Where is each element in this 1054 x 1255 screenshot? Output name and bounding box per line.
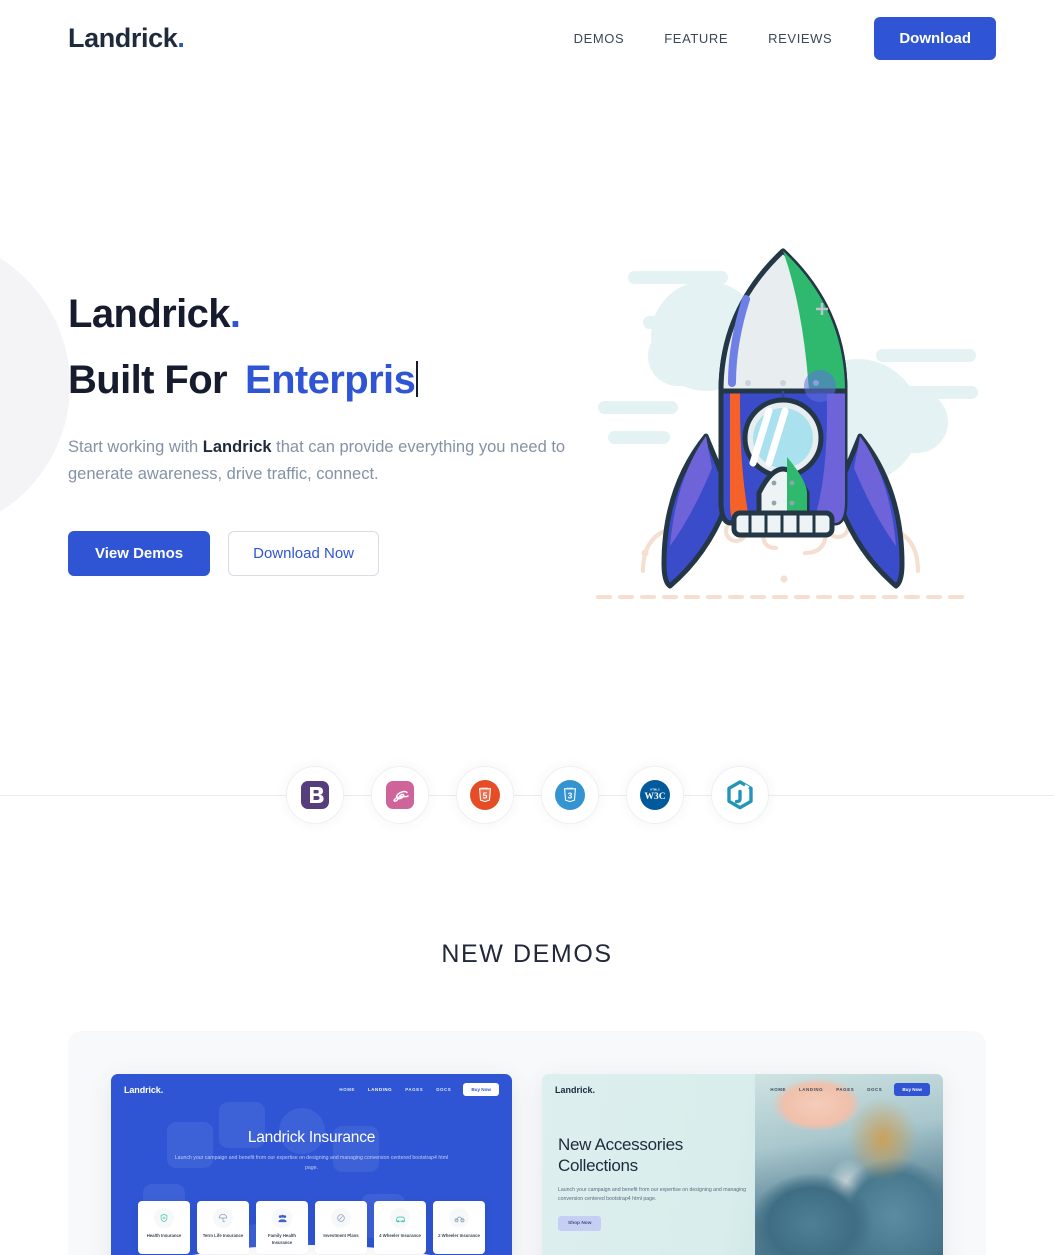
hero-text-block: Landrick. Built For Enterpris Start work… xyxy=(68,221,588,577)
insurance-nav-landing[interactable]: LANDING xyxy=(368,1087,392,1092)
insurance-demo-navlinks: HOME LANDING PAGES DOCS xyxy=(339,1087,451,1092)
brand-name: Landrick xyxy=(68,22,178,53)
hero-buttons: View Demos Download Now xyxy=(68,531,588,577)
accessories-shop-now-button[interactable]: Shop Now xyxy=(558,1216,602,1232)
accessories-nav-home[interactable]: HOME xyxy=(770,1087,786,1092)
accessories-buy-now-button[interactable]: Buy Now xyxy=(894,1083,930,1096)
download-button[interactable]: Download xyxy=(874,16,996,60)
w3c-icon: W3C HTML5 xyxy=(639,780,670,810)
bootstrap-logo[interactable] xyxy=(285,766,344,824)
accessories-demo-navbar: Landrick. HOME LANDING PAGES DOCS Buy No… xyxy=(542,1074,943,1096)
hero-static-text: Built For xyxy=(68,358,228,402)
accessories-nav-docs[interactable]: DOCS xyxy=(867,1087,882,1092)
accessories-nav-pages[interactable]: PAGES xyxy=(836,1087,854,1092)
svg-text:CSS: CSS xyxy=(566,787,572,791)
demo-card-insurance[interactable]: Landrick. HOME LANDING PAGES DOCS Buy No… xyxy=(111,1074,512,1255)
html5-logo[interactable]: 5 HTML xyxy=(455,766,514,824)
insurance-card-termlife[interactable]: Term Life Insurance xyxy=(197,1201,249,1254)
nav-link-reviews[interactable]: REVIEWS xyxy=(748,31,852,46)
sass-icon xyxy=(385,781,414,809)
svg-text:W3C: W3C xyxy=(644,792,665,802)
typing-caret xyxy=(416,361,419,397)
car-icon xyxy=(390,1208,410,1228)
landing-page: Landrick. DEMOS FEATURE REVIEWS Download… xyxy=(0,0,1054,1255)
accessories-paragraph: Launch your campaign and benefit from ou… xyxy=(558,1186,747,1203)
view-demos-button[interactable]: View Demos xyxy=(68,531,211,577)
nav-links: DEMOS FEATURE REVIEWS Download xyxy=(554,16,996,60)
hero-title: Landrick. xyxy=(68,289,588,339)
tech-logos-row: 5 HTML 3 CSS W3C HTML5 xyxy=(0,754,1054,836)
insurance-buy-now-button[interactable]: Buy Now xyxy=(463,1083,499,1096)
insurance-card-health[interactable]: Health Insurance xyxy=(138,1201,190,1254)
insurance-feature-cards: Health Insurance Term Life Insurance Fam… xyxy=(138,1201,485,1254)
hero-paragraph: Start working with Landrick that can pro… xyxy=(68,434,568,488)
brand-dot: . xyxy=(177,22,185,53)
insurance-hero-text: Landrick Insurance Launch your campaign … xyxy=(111,1129,512,1173)
insurance-card-investment[interactable]: Investment Plans xyxy=(315,1201,367,1254)
nav-link-feature[interactable]: FEATURE xyxy=(644,31,748,46)
svg-text:HTML: HTML xyxy=(480,787,489,791)
hero-subtitle: Built For Enterpris xyxy=(68,355,588,405)
insurance-demo-brand: Landrick. xyxy=(124,1084,164,1095)
insurance-heading: Landrick Insurance xyxy=(247,1129,376,1146)
insurance-card-label: 2 Wheeler Insurance xyxy=(438,1233,480,1238)
umbrella-icon xyxy=(213,1208,233,1228)
hero-paragraph-before: Start working with xyxy=(68,438,203,456)
hero-title-dot: . xyxy=(229,292,241,336)
hero-typed-text: Enterpris xyxy=(245,358,416,402)
accessories-hero-text: New Accessories Collections Launch your … xyxy=(542,1096,771,1232)
rocket-illustration xyxy=(596,248,978,599)
css3-logo[interactable]: 3 CSS xyxy=(540,766,599,824)
insurance-card-2wheeler[interactable]: 2 Wheeler Insurance xyxy=(433,1201,485,1254)
insurance-nav-pages[interactable]: PAGES xyxy=(405,1087,423,1092)
accessories-nav-landing[interactable]: LANDING xyxy=(799,1087,823,1092)
navbar: Landrick. DEMOS FEATURE REVIEWS Download xyxy=(0,0,1054,76)
w3c-logo[interactable]: W3C HTML5 xyxy=(625,766,684,824)
accessories-hero: Landrick. HOME LANDING PAGES DOCS Buy No… xyxy=(542,1074,943,1255)
family-heart-icon xyxy=(272,1208,292,1228)
insurance-card-label: Family Health Insurance xyxy=(268,1233,296,1245)
download-now-button[interactable]: Download Now xyxy=(228,531,379,577)
insurance-demo-navbar: Landrick. HOME LANDING PAGES DOCS Buy No… xyxy=(111,1074,512,1096)
insurance-card-label: Investment Plans xyxy=(323,1233,359,1238)
svg-text:3: 3 xyxy=(567,791,572,801)
hero-paragraph-bold: Landrick xyxy=(202,438,272,456)
svg-text:HTML5: HTML5 xyxy=(650,788,660,791)
demo-card-accessories[interactable]: Landrick. HOME LANDING PAGES DOCS Buy No… xyxy=(542,1074,943,1255)
insurance-nav-home[interactable]: HOME xyxy=(339,1087,355,1092)
model-photo xyxy=(754,1074,943,1255)
bike-icon xyxy=(449,1208,469,1228)
hero-title-text: Landrick xyxy=(68,292,231,336)
accessories-heading-line2: Collections xyxy=(558,1156,638,1176)
brand-logo[interactable]: Landrick. xyxy=(68,22,185,54)
insurance-card-family[interactable]: Family Health Insurance xyxy=(256,1201,308,1254)
hero-illustration-area xyxy=(588,231,1014,636)
insurance-card-label: 4 Wheeler Insurance xyxy=(379,1233,421,1238)
page-title: NEW DEMOS xyxy=(441,940,613,968)
sass-logo[interactable] xyxy=(370,766,429,824)
demos-container: Landrick. HOME LANDING PAGES DOCS Buy No… xyxy=(68,1031,986,1255)
insurance-card-4wheeler[interactable]: 4 Wheeler Insurance xyxy=(374,1201,426,1254)
css3-icon: 3 CSS xyxy=(554,780,585,810)
svg-text:5: 5 xyxy=(482,790,487,800)
accessories-demo-navlinks: HOME LANDING PAGES DOCS xyxy=(770,1087,882,1092)
uikit-icon xyxy=(726,780,753,810)
insurance-paragraph: Launch your campaign and benefit from ou… xyxy=(174,1155,449,1171)
bootstrap-icon xyxy=(300,781,329,809)
investment-icon xyxy=(331,1208,351,1228)
html5-icon: 5 HTML xyxy=(469,780,500,810)
nav-link-demos[interactable]: DEMOS xyxy=(554,31,645,46)
insurance-card-label: Health Insurance xyxy=(146,1233,182,1238)
tech-logos-section: 5 HTML 3 CSS W3C HTML5 xyxy=(0,754,1054,836)
accessories-demo-brand: Landrick. xyxy=(555,1084,596,1095)
insurance-card-label: Term Life Insurance xyxy=(202,1233,244,1238)
hero-section: Landrick. Built For Enterpris Start work… xyxy=(0,76,1054,636)
accessories-heading-line1: New Accessories xyxy=(558,1135,683,1154)
health-shield-icon xyxy=(154,1208,174,1228)
insurance-nav-docs[interactable]: DOCS xyxy=(436,1087,451,1092)
uikit-logo[interactable] xyxy=(710,766,769,824)
